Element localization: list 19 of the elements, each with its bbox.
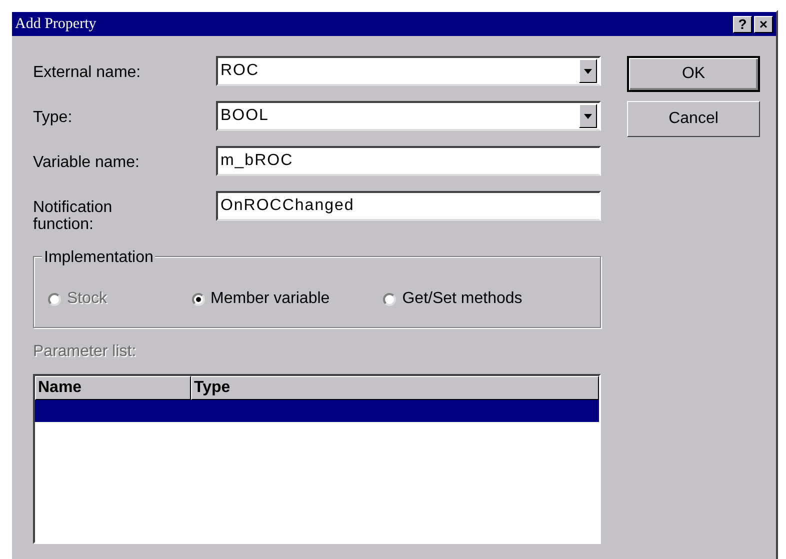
field-label: External name: (33, 63, 142, 81)
input-field[interactable]: m_bROC (216, 146, 601, 176)
input-field[interactable]: OnROCChanged (216, 191, 601, 221)
radio-option[interactable]: Member variable (192, 287, 360, 311)
parameter-list-label: Parameter list: (33, 342, 138, 362)
field-label: Notification function: (33, 198, 114, 233)
dialog-button[interactable]: OK (627, 56, 760, 92)
window-title: Add Property (15, 14, 96, 34)
dropdown[interactable]: ROC (216, 56, 601, 86)
radio-option[interactable]: Get/Set methods (383, 287, 576, 311)
radio-button[interactable] (192, 292, 205, 306)
radio-button[interactable] (383, 292, 396, 306)
dropdown[interactable]: BOOL (216, 101, 601, 131)
help-button[interactable]: ? (733, 16, 752, 32)
dialog-button[interactable]: Cancel (627, 101, 760, 137)
radio-option: Stock (48, 287, 168, 311)
field-label: Type: (33, 108, 74, 126)
close-button[interactable]: × (754, 16, 773, 32)
field-label: Variable name: (33, 153, 140, 171)
